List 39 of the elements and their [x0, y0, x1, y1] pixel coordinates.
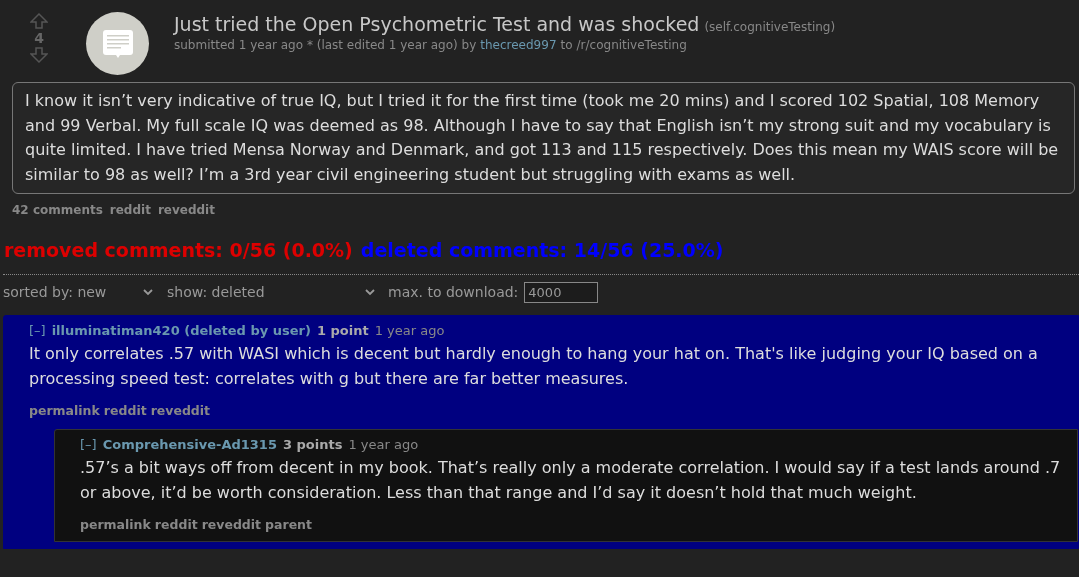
- sort-dropdown[interactable]: sorted by: new: [3, 282, 153, 303]
- comment-points: 1 point: [316, 321, 369, 340]
- collapse-toggle[interactable]: [–]: [80, 434, 97, 455]
- max-download-label: max. to download:: [388, 283, 519, 302]
- upvote-arrow-icon[interactable]: [30, 13, 48, 29]
- comment-body: It only correlates .57 with WASI which is decent but hardly enough to hang your hat on. That's like judging your IQ based on a processing speed test: correlates with g but there are far better measures.: [29, 343, 1039, 390]
- vote-score: 4: [34, 29, 44, 47]
- show-dropdown[interactable]: show: deleted: [167, 282, 375, 303]
- chevron-down-icon: [365, 289, 375, 296]
- deleted-comments-stat: deleted comments: 14/56 (25.0%): [360, 238, 724, 263]
- post-link[interactable]: 42 comments: [12, 201, 103, 219]
- post-selftext: I know it isn’t very indicative of true IQ, but I tried it for the first time (took me 20 mins) and I scored 102 Spatial, 108 Memory and 99 Verbal. My full scale IQ was deemed as 98. Although I have to say that English isn’t my strong suit and my vocabulary is quite limited. I have tried Mensa Norway and Denmark, and got 113 and 115 respectively. Does this mean my WAIS score will be similar to 98 as well? I’m a 3rd year civil engineering student but struggling with exams as well.: [12, 82, 1075, 194]
- comment-points: 3 points: [282, 435, 343, 454]
- text-post-icon: [102, 29, 133, 58]
- collapse-toggle[interactable]: [–]: [29, 320, 46, 340]
- subreddit-link[interactable]: /r/cognitiveTesting: [576, 36, 687, 54]
- comment-link[interactable]: reveddit: [150, 402, 211, 421]
- comment-time: 1 year ago: [348, 435, 419, 454]
- comment-author-link[interactable]: illuminatiman420 (deleted by user): [51, 320, 311, 340]
- comment-time: 1 year ago: [374, 321, 445, 340]
- downvote-arrow-icon[interactable]: [30, 47, 48, 63]
- post-link[interactable]: reveddit: [157, 201, 215, 219]
- comment-body: .57’s a bit ways off from decent in my book. That’s really only a moderate correlation. I would say if a test lands around .7 or above, it’d be worth consideration. Less than that range and I’d say it doesn’t hold that much weight.: [80, 457, 1062, 504]
- comment-link[interactable]: reveddit: [201, 516, 262, 535]
- chevron-down-icon: [143, 289, 153, 296]
- comment-link[interactable]: reddit: [154, 516, 198, 535]
- comment-link[interactable]: permalink: [29, 402, 100, 421]
- post-title-link[interactable]: Just tried the Open Psychometric Test and was shocked: [174, 12, 700, 36]
- max-download-field[interactable]: 4000: [524, 282, 599, 303]
- removed-comments-stat: removed comments: 0/56 (0.0%): [4, 238, 353, 263]
- post-link[interactable]: reddit: [109, 201, 151, 219]
- author-link[interactable]: thecreed997: [480, 36, 557, 54]
- comment-author-link[interactable]: Comprehensive-Ad1315: [102, 434, 277, 455]
- preposition-text: to: [560, 37, 573, 54]
- comment-link[interactable]: permalink: [80, 516, 151, 535]
- comment-link[interactable]: parent: [265, 516, 312, 535]
- post-domain: (self.cognitiveTesting): [704, 19, 836, 36]
- submission-info: submitted 1 year ago * (last edited 1 year ago) by: [174, 37, 477, 54]
- comment-link[interactable]: reddit: [103, 402, 147, 421]
